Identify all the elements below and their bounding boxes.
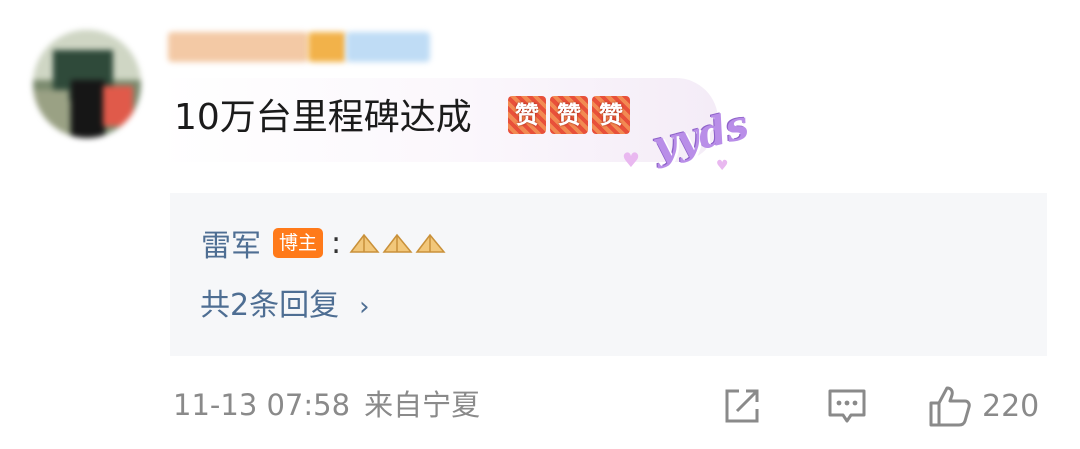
avatar[interactable]: [33, 30, 141, 138]
location: 来自宁夏: [364, 388, 481, 422]
reply-box: [170, 193, 1047, 356]
pray-hands-icon: [415, 232, 446, 254]
reply-author[interactable]: 雷军: [201, 221, 261, 265]
comment-text: 10万台里程碑达成: [174, 97, 472, 138]
thumbs-up-icon: [929, 386, 971, 427]
share-button[interactable]: [722, 384, 762, 428]
pray-hands-icon: [349, 232, 380, 254]
zan-emoji-group: 赞 赞 赞: [508, 96, 630, 140]
pray-hands-icon: [382, 232, 413, 254]
comment-button[interactable]: [827, 384, 867, 428]
chevron-right-icon: ›: [359, 292, 370, 322]
view-replies-link[interactable]: 共2条回复 ›: [200, 284, 370, 329]
author-badge: 博主: [273, 228, 323, 258]
zan-emoji: 赞: [550, 96, 588, 134]
timestamp: 11-13 07:58: [173, 388, 351, 422]
zan-emoji: 赞: [592, 96, 630, 134]
username-blurred[interactable]: [168, 26, 430, 66]
reply-colon: :: [331, 225, 342, 261]
comment-meta: 11-13 07:58 来自宁夏: [173, 383, 480, 427]
comment-icon: [828, 389, 866, 423]
zan-emoji: 赞: [508, 96, 546, 134]
reply-preview[interactable]: 雷军 博主 :: [201, 221, 446, 265]
like-count: 220: [982, 388, 1040, 424]
heart-decoration-icon: ♥: [716, 158, 729, 174]
reply-emoji-group: [349, 232, 446, 254]
like-button[interactable]: 220: [928, 384, 1039, 428]
share-icon: [725, 389, 759, 423]
heart-decoration-icon: ♥: [622, 148, 640, 172]
reply-count-label: 共2条回复: [200, 288, 340, 323]
